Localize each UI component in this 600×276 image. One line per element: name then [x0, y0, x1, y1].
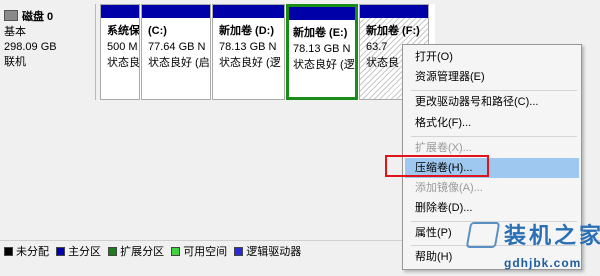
partition-status: 状态良: [107, 57, 140, 69]
primary-partition-bar: [142, 5, 210, 18]
menu-item-change-drive-letter[interactable]: 更改驱动器号和路径(C)...: [403, 92, 581, 112]
logo-icon: [465, 222, 501, 248]
legend-primary: 主分区: [56, 243, 101, 259]
disk-title: 磁盘 0: [22, 11, 54, 23]
watermark-title: 装机之家: [504, 224, 600, 249]
menu-separator: [411, 90, 577, 91]
partition-name: 系统保: [107, 25, 140, 37]
partition-name: 新加卷 (D:): [219, 25, 274, 37]
legend-swatch: [234, 247, 244, 256]
legend-logical-drive: 逻辑驱动器: [234, 243, 301, 259]
disk-title-row: 磁盘 0: [4, 10, 95, 25]
legend-extended: 扩展分区: [108, 243, 164, 259]
partition-size: 78.13 GB N: [293, 43, 351, 55]
menu-item-explorer[interactable]: 资源管理器(E): [403, 67, 581, 87]
partition-system-reserved[interactable]: 系统保 500 M 状态良: [100, 4, 140, 100]
legend-swatch: [4, 247, 13, 256]
logical-drive-bar: [213, 5, 284, 18]
logical-drive-bar: [360, 5, 428, 18]
shrink-highlight-box: [385, 155, 489, 177]
menu-item-open[interactable]: 打开(O): [403, 47, 581, 67]
disk-type: 基本: [4, 26, 26, 38]
legend-swatch: [56, 247, 66, 256]
menu-item-format[interactable]: 格式化(F)...: [403, 113, 581, 133]
partition-size: 500 M: [107, 41, 138, 53]
legend-label: 扩展分区: [120, 246, 165, 258]
legend-label: 逻辑驱动器: [246, 246, 302, 258]
partition-size: 77.64 GB N: [148, 41, 206, 53]
logical-drive-bar: [289, 7, 355, 20]
watermark-url: gdhjbk.com: [504, 256, 582, 270]
partition-name: 新加卷 (F:): [366, 25, 420, 37]
partition-size: 78.13 GB N: [219, 41, 277, 53]
disk-0-partitions: 系统保 500 M 状态良 (C:) 77.64 GB N 状态良好 (启 新加…: [100, 4, 435, 100]
partition-status: 状态良好 (逻: [293, 59, 355, 71]
partition-d[interactable]: 新加卷 (D:) 78.13 GB N 状态良好 (逻: [212, 4, 285, 100]
legend-swatch: [108, 247, 118, 256]
legend-swatch: [171, 247, 181, 256]
legend-label: 未分配: [16, 246, 49, 258]
menu-item-add-mirror[interactable]: 添加镜像(A)...: [403, 178, 581, 198]
legend-label: 主分区: [68, 246, 102, 258]
partition-name: 新加卷 (E:): [293, 27, 348, 39]
partition-name: (C:): [148, 25, 167, 37]
partition-status: 状态良好 (逻: [219, 57, 281, 69]
partition-c[interactable]: (C:) 77.64 GB N 状态良好 (启: [141, 4, 211, 100]
primary-partition-bar: [101, 5, 139, 18]
menu-item-delete-volume[interactable]: 删除卷(D)...: [403, 198, 581, 218]
partition-status: 状态良好 (启: [148, 57, 210, 69]
partition-e-selected[interactable]: 新加卷 (E:) 78.13 GB N 状态良好 (逻: [286, 4, 358, 100]
legend-free-space: 可用空间: [171, 243, 227, 259]
legend-label: 可用空间: [183, 246, 228, 258]
disk-size: 298.09 GB: [4, 41, 57, 53]
disk-icon: [4, 10, 18, 21]
disk-status: 联机: [4, 56, 26, 68]
disk-0-label[interactable]: 磁盘 0 基本 298.09 GB 联机: [0, 4, 96, 100]
legend-unallocated: 未分配: [4, 243, 49, 259]
menu-separator: [411, 136, 577, 137]
